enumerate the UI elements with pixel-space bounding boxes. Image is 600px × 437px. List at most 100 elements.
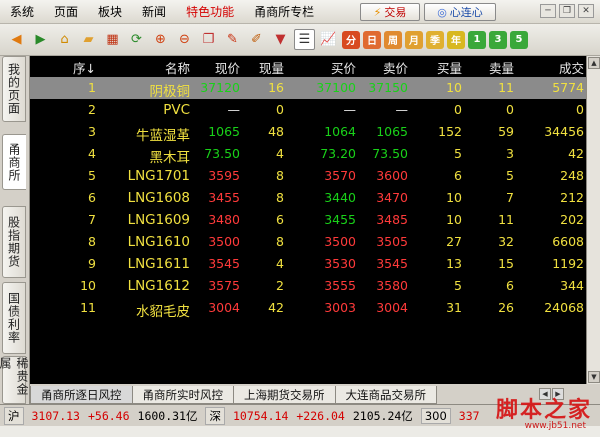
cell-vol: 8: [276, 234, 284, 249]
menu-sector[interactable]: 板块: [88, 3, 132, 20]
cell-name: LNG1610: [127, 234, 190, 250]
table-row[interactable]: 5 LNG1701 3595 8 3570 3600 6 5 248: [30, 165, 586, 187]
menu-special[interactable]: 特色功能: [176, 3, 244, 20]
brush-icon[interactable]: ✐: [246, 29, 267, 50]
cell-seq: 3: [88, 124, 96, 139]
table-row[interactable]: 2 PVC — 0 — — 0 0 0: [30, 99, 586, 121]
table-row[interactable]: 9 LNG1611 3545 4 3530 3545 13 15 1192: [30, 253, 586, 275]
tab-shanghai-futures[interactable]: 上海期货交易所: [233, 386, 336, 404]
header-askv[interactable]: 卖量: [489, 58, 514, 77]
header-ask[interactable]: 卖价: [383, 58, 408, 77]
header-price[interactable]: 现价: [215, 58, 240, 77]
cell-name: LNG1612: [127, 278, 190, 294]
menu-system[interactable]: 系统: [0, 3, 44, 20]
header-bid[interactable]: 买价: [331, 58, 356, 77]
heart-button[interactable]: ◎ 心连心: [424, 3, 496, 21]
sz-change: +226.04: [296, 408, 345, 423]
cell-bid: 73.20: [320, 146, 356, 161]
week-icon[interactable]: 周: [384, 30, 402, 49]
calendar-icon[interactable]: ▦: [102, 29, 123, 50]
watermark-url: www.jb51.net: [524, 421, 586, 431]
period1-icon[interactable]: 1: [468, 30, 486, 49]
filter-icon[interactable]: ▼: [270, 29, 291, 50]
scroll-down-icon[interactable]: ▼: [588, 371, 600, 383]
cell-vol: 0: [276, 102, 284, 117]
zoom-in-icon[interactable]: ⊕: [150, 29, 171, 50]
cell-deal: 248: [560, 168, 584, 183]
cell-deal: 34456: [544, 124, 584, 139]
side-tab-bond-rate[interactable]: 国债利率: [2, 282, 26, 354]
home-icon[interactable]: ⌂: [54, 29, 75, 50]
side-tab-precious-metal[interactable]: 稀贵金属: [0, 356, 29, 404]
cell-bidv: 13: [446, 256, 462, 271]
table-row[interactable]: 10 LNG1612 3575 2 3555 3580 5 6 344: [30, 275, 586, 297]
cell-vol: 8: [276, 190, 284, 205]
table-row[interactable]: 4 黑木耳 73.50 4 73.20 73.50 5 3 42: [30, 143, 586, 166]
refresh-icon[interactable]: ⟳: [126, 29, 147, 50]
table-row[interactable]: 8 LNG1610 3500 8 3500 3505 27 32 6608: [30, 231, 586, 253]
chart-icon[interactable]: 📈: [318, 29, 339, 50]
trade-button[interactable]: ⚡ 交易: [360, 3, 420, 21]
menu-column[interactable]: 甬商所专栏: [244, 3, 324, 20]
vertical-scrollbar[interactable]: ▲ ▼: [586, 56, 600, 384]
tab-realtime-risk[interactable]: 甬商所实时风控: [131, 386, 234, 404]
sz-index: 10754.14: [232, 408, 289, 423]
cell-name: 牛蓝湿革: [136, 128, 190, 144]
idx300-label: 300: [420, 407, 451, 424]
menu-page[interactable]: 页面: [44, 3, 88, 20]
header-seq[interactable]: 序↓: [73, 58, 96, 77]
table-row[interactable]: 7 LNG1609 3480 6 3455 3485 10 11 202: [30, 209, 586, 231]
cell-price: 3545: [208, 256, 240, 271]
year-icon[interactable]: 年: [447, 30, 465, 49]
side-tab-index-futures[interactable]: 股指期货: [2, 206, 26, 278]
cell-askv: 7: [506, 190, 514, 205]
sidebar: 我的页面 甬商所 股指期货 国债利率 稀贵金属: [0, 56, 30, 404]
header-vol[interactable]: 现量: [259, 58, 284, 77]
zoom-out-icon[interactable]: ⊖: [174, 29, 195, 50]
table-row[interactable]: 3 牛蓝湿革 1065 48 1064 1065 152 59 34456: [30, 121, 586, 144]
idx300-value: 337: [458, 408, 480, 423]
quarter-icon[interactable]: 季: [426, 30, 444, 49]
menu-news[interactable]: 新闻: [132, 3, 176, 20]
scroll-up-icon[interactable]: ▲: [588, 57, 600, 69]
period3-icon[interactable]: 3: [489, 30, 507, 49]
month-icon[interactable]: 月: [405, 30, 423, 49]
header-bidv[interactable]: 买量: [437, 58, 462, 77]
cell-seq: 11: [80, 300, 96, 315]
header-name[interactable]: 名称: [165, 58, 190, 77]
sh-label: 沪: [4, 406, 24, 425]
pen-icon[interactable]: ✎: [222, 29, 243, 50]
tab-dalian-commodity[interactable]: 大连商品交易所: [334, 386, 437, 404]
period5-icon[interactable]: 5: [510, 30, 528, 49]
day-icon[interactable]: 日: [363, 30, 381, 49]
header-deal[interactable]: 成交: [559, 58, 584, 77]
minute-icon[interactable]: 分: [342, 30, 360, 49]
list-view-icon[interactable]: ☰: [294, 29, 315, 50]
copy-icon[interactable]: ❐: [198, 29, 219, 50]
cell-bid: 3570: [324, 168, 356, 183]
table-row[interactable]: 1 阴极铜 37120 16 37100 37150 10 11 5774: [30, 77, 586, 100]
cell-deal: 0: [576, 102, 584, 117]
forward-icon[interactable]: ▶: [30, 29, 51, 50]
tab-daily-risk[interactable]: 甬商所逐日风控: [30, 386, 133, 404]
cell-deal: 24068: [544, 300, 584, 315]
folder-icon[interactable]: ▰: [78, 29, 99, 50]
cell-price: 37120: [200, 80, 240, 95]
side-tab-mypage[interactable]: 我的页面: [2, 56, 26, 122]
back-icon[interactable]: ◀: [6, 29, 27, 50]
sz-amount: 2105.24亿: [352, 408, 413, 423]
restore-icon[interactable]: ❐: [559, 4, 575, 18]
cell-deal: 202: [560, 212, 584, 227]
close-icon[interactable]: ✕: [578, 4, 594, 18]
table-row[interactable]: 6 LNG1608 3455 8 3440 3470 10 7 212: [30, 187, 586, 209]
cell-name: 阴极铜: [149, 84, 191, 100]
cell-name: LNG1608: [127, 190, 190, 206]
cell-bid: 37100: [316, 80, 356, 95]
table-row[interactable]: 11 水貂毛皮 3004 42 3003 3004 31 26 24068: [30, 297, 586, 320]
cell-ask: 3004: [376, 300, 408, 315]
cell-bidv: 0: [454, 102, 462, 117]
cell-seq: 7: [88, 212, 96, 227]
trade-button-label: 交易: [384, 6, 407, 19]
minimize-icon[interactable]: ─: [540, 4, 556, 18]
side-tab-ningbo[interactable]: 甬商所: [2, 134, 26, 190]
